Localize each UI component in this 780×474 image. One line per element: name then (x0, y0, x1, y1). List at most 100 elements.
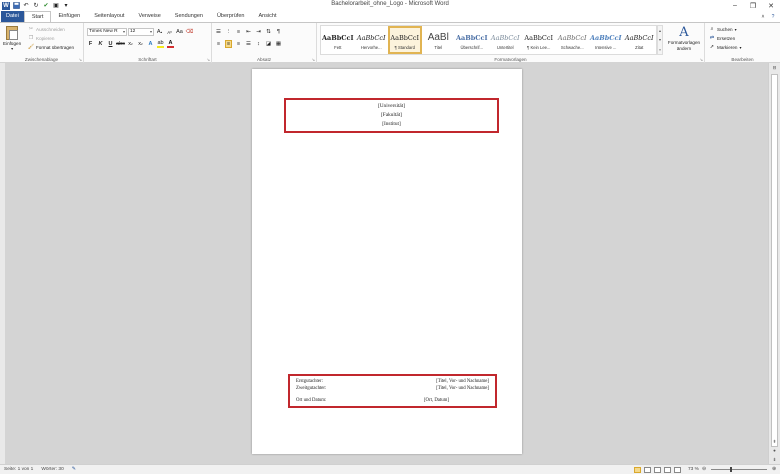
select-button[interactable]: ➚ Markieren ▾ (709, 44, 742, 50)
zoom-slider[interactable] (710, 467, 767, 472)
scrollbar-thumb[interactable] (771, 74, 778, 447)
superscript-icon[interactable]: x2 (137, 40, 144, 48)
copy-button[interactable]: ❐ Kopieren (28, 35, 55, 41)
header-box[interactable]: [Universität] [Fakultät] [Institut] (284, 98, 499, 133)
bold-icon[interactable]: F (87, 40, 94, 48)
word-count[interactable]: Wörter: 30 (41, 467, 63, 472)
proofing-icon[interactable]: ✎ (72, 467, 76, 472)
place-date-label[interactable]: Ort und Datum: (296, 398, 326, 403)
strikethrough-icon[interactable]: abc (116, 40, 125, 48)
style-standard[interactable]: AaBbCcI ¶ Standard (388, 26, 422, 54)
next-page-icon[interactable]: ⇟ (769, 455, 780, 464)
outline-view-button[interactable] (664, 466, 671, 473)
borders-icon[interactable]: ▦ (275, 40, 282, 48)
clipboard-dialog-launcher[interactable]: ↘ (79, 57, 82, 62)
print-preview-icon[interactable]: ▣ (52, 2, 60, 10)
tab-insert[interactable]: Einfügen (51, 11, 87, 22)
previous-page-icon[interactable]: ⇞ (769, 437, 780, 446)
font-color-icon[interactable]: A (167, 40, 174, 48)
first-reviewer-label[interactable]: Erstgutachter: (296, 379, 323, 384)
second-reviewer-value[interactable]: [Titel, Vor- und Nachname] (436, 386, 489, 391)
justify-icon[interactable]: ☰ (245, 40, 252, 48)
signature-box[interactable]: Erstgutachter: [Titel, Vor- und Nachname… (288, 374, 497, 408)
draft-view-button[interactable] (674, 466, 681, 473)
print-layout-view-button[interactable] (634, 466, 641, 473)
chevron-down-icon[interactable]: ▾ (659, 37, 661, 42)
align-left-icon[interactable]: ≡ (215, 40, 222, 48)
minimize-button[interactable]: – (726, 0, 744, 11)
document-page[interactable]: [Universität] [Fakultät] [Institut] Erst… (252, 69, 522, 454)
web-layout-view-button[interactable] (654, 466, 661, 473)
styles-gallery-scroll[interactable]: ▴ ▾ ▿ (657, 25, 663, 55)
align-right-icon[interactable]: ≡ (235, 40, 242, 48)
shrink-font-icon[interactable]: A ▾ (166, 28, 173, 36)
zoom-out-icon[interactable]: ⊖ (702, 467, 706, 472)
numbering-icon[interactable]: ⋮ (225, 28, 232, 36)
institute-placeholder[interactable]: [Institut] (382, 120, 401, 129)
customize-qat-icon[interactable]: ▾ (62, 2, 70, 10)
cut-button[interactable]: ✂ Ausschneiden (28, 26, 65, 32)
font-dialog-launcher[interactable]: ↘ (207, 57, 210, 62)
word-app-icon[interactable]: W (2, 1, 10, 10)
tab-start[interactable]: Start (23, 11, 52, 22)
tab-file[interactable]: Datei (1, 11, 24, 22)
close-button[interactable]: ✕ (762, 0, 780, 11)
style-untertitel[interactable]: AaBbCcI Untertitel (489, 26, 523, 54)
multilevel-list-icon[interactable]: ≡ (235, 28, 242, 36)
align-center-icon[interactable]: ≡ (225, 40, 232, 48)
change-styles-button[interactable]: A Formatvorlagen ändern (665, 26, 703, 51)
highlight-color-icon[interactable]: ab (157, 40, 164, 48)
decrease-indent-icon[interactable]: ⇤ (245, 28, 252, 36)
grow-font-icon[interactable]: A ▴ (156, 28, 163, 36)
vertical-scrollbar[interactable]: ⊟ ⇞ ● ⇟ (768, 63, 780, 464)
save-icon[interactable] (12, 2, 20, 10)
bullets-icon[interactable]: ☰ (215, 28, 222, 36)
paste-dropdown-icon[interactable]: ▾ (11, 46, 13, 51)
spelling-check-icon[interactable]: ✔ (42, 2, 50, 10)
tab-references[interactable]: Verweise (131, 11, 167, 22)
styles-dialog-launcher[interactable]: ↘ (700, 57, 703, 62)
faculty-placeholder[interactable]: [Fakultät] (381, 111, 402, 120)
clear-formatting-icon[interactable]: ⌫ (186, 28, 194, 36)
tab-review[interactable]: Überprüfen (210, 11, 252, 22)
university-placeholder[interactable]: [Universität] (378, 102, 405, 111)
style-titel[interactable]: AaBl Titel (422, 26, 456, 54)
sort-icon[interactable]: ⇅ (265, 28, 272, 36)
ruler-toggle-icon[interactable]: ⊟ (769, 63, 780, 72)
help-icon[interactable]: ? (770, 14, 776, 20)
replace-button[interactable]: ⇄ Ersetzen (709, 35, 735, 41)
tab-view[interactable]: Ansicht (251, 11, 283, 22)
first-reviewer-value[interactable]: [Titel, Vor- und Nachname] (436, 379, 489, 384)
increase-indent-icon[interactable]: ⇥ (255, 28, 262, 36)
font-size-dropdown[interactable]: 12 ▾ (128, 28, 154, 36)
tab-mailings[interactable]: Sendungen (168, 11, 210, 22)
paragraph-dialog-launcher[interactable]: ↘ (312, 57, 315, 62)
full-screen-reading-view-button[interactable] (644, 466, 651, 473)
page-count[interactable]: Seite: 1 von 1 (4, 467, 33, 472)
zoom-level[interactable]: 73 % (688, 467, 699, 472)
style-kein-leerraum[interactable]: AaBbCcI ¶ Kein Lee... (522, 26, 556, 54)
change-case-icon[interactable]: Aa (176, 28, 183, 36)
maximize-button[interactable]: ❐ (744, 0, 762, 11)
zoom-in-icon[interactable]: ⊕ (772, 467, 776, 472)
minimize-ribbon-icon[interactable]: ˄ (760, 14, 766, 20)
second-reviewer-label[interactable]: Zweitgutachter: (296, 386, 326, 391)
style-fett[interactable]: AaBbCcI Fett (321, 26, 355, 54)
text-effects-icon[interactable]: A (147, 40, 154, 48)
zoom-slider-thumb[interactable] (729, 467, 732, 472)
find-button[interactable]: ⌕ Suchen ▾ (709, 26, 737, 32)
paste-button[interactable]: Einfügen ▾ (3, 26, 21, 51)
redo-icon[interactable]: ↻ (32, 2, 40, 10)
style-ueberschrift[interactable]: AaBbCcI Überschrif... (455, 26, 489, 54)
line-spacing-icon[interactable]: ↕ (255, 40, 262, 48)
style-schwache-hervorhebung[interactable]: AaBbCcI Schwache... (556, 26, 590, 54)
undo-icon[interactable]: ↶ (22, 2, 30, 10)
subscript-icon[interactable]: x2 (127, 40, 134, 48)
format-painter-button[interactable]: 🖌 Format übertragen (28, 44, 74, 50)
font-name-dropdown[interactable]: Times New R ▾ (87, 28, 127, 36)
style-zitat[interactable]: AaBbCcI Zitat (623, 26, 657, 54)
shading-icon[interactable]: ◪ (265, 40, 272, 48)
show-formatting-marks-icon[interactable]: ¶ (275, 28, 282, 36)
gallery-more-icon[interactable]: ▿ (659, 47, 661, 52)
place-date-value[interactable]: [Ort, Datum] (424, 398, 449, 403)
